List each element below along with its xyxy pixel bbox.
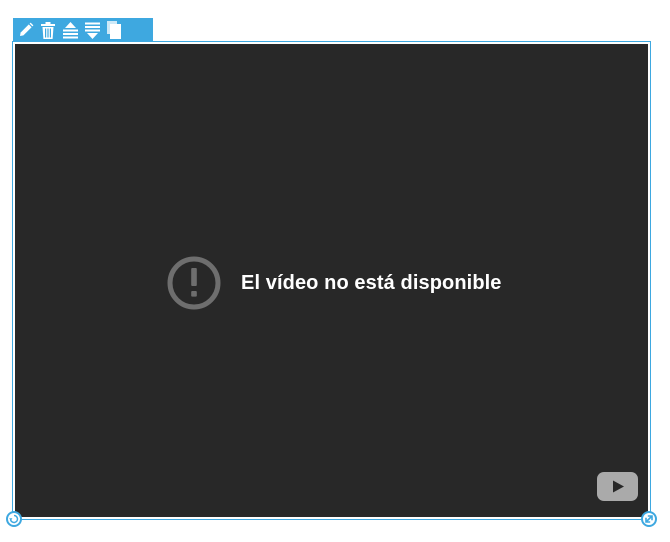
bring-forward-icon (62, 21, 78, 38)
widget-toolbar (13, 18, 153, 42)
trash-icon (41, 21, 55, 39)
video-error: El vídeo no está disponible (167, 256, 502, 310)
pencil-icon (20, 22, 34, 36)
rotate-handle[interactable] (6, 511, 22, 527)
bring-forward-button[interactable] (61, 20, 79, 40)
youtube-icon[interactable] (597, 472, 638, 501)
youtube-player[interactable]: El vídeo no está disponible (15, 44, 648, 517)
resize-icon (645, 515, 653, 523)
resize-handle[interactable] (641, 511, 657, 527)
video-frame[interactable]: El vídeo no está disponible (12, 41, 651, 520)
edit-button[interactable] (17, 20, 35, 40)
error-message: El vídeo no está disponible (241, 271, 502, 294)
send-backward-button[interactable] (83, 20, 101, 40)
copy-icon (106, 21, 121, 39)
delete-button[interactable] (39, 20, 57, 40)
duplicate-button[interactable] (105, 20, 123, 40)
rotate-icon (9, 514, 19, 524)
send-backward-icon (84, 22, 100, 39)
video-widget-editor: El vídeo no está disponible (0, 0, 670, 542)
exclamation-circle-icon (167, 256, 221, 310)
